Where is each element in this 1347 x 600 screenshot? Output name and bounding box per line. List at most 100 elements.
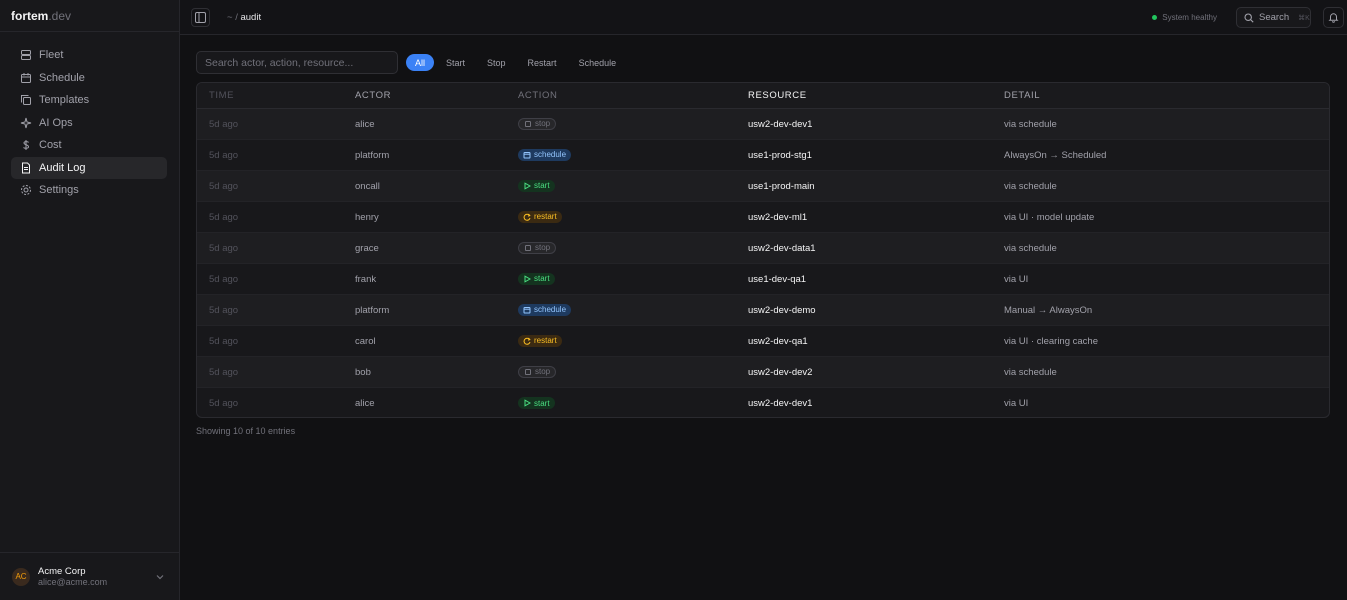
- play-icon: [524, 399, 531, 407]
- breadcrumb-separator: /: [235, 12, 238, 23]
- action-badge: stop: [518, 241, 557, 254]
- action-label: stop: [535, 243, 551, 252]
- table-row[interactable]: 5d ago platform schedule use1-prod-stg1 Alwa…: [197, 140, 1329, 171]
- sidebar-item-audit-log[interactable]: Audit Log: [11, 156, 167, 179]
- actor-cell: alice: [355, 118, 375, 130]
- filter-pill-stop[interactable]: Stop: [477, 54, 516, 71]
- action-badge: restart: [518, 210, 562, 223]
- sparkle-icon: [20, 117, 32, 128]
- table-body: 5d ago alice stop usw2-dev-dev1 via schedule…: [197, 109, 1329, 417]
- actor-cell: henry: [355, 211, 379, 223]
- status-text: System healthy: [1162, 13, 1217, 22]
- column-header-action: ACTION: [518, 90, 558, 101]
- search-shortcut: ⌘K: [1298, 14, 1310, 22]
- breadcrumb: ~ / audit: [227, 12, 261, 23]
- breadcrumb-current: audit: [240, 12, 262, 23]
- action-label: schedule: [534, 305, 567, 314]
- sidebar-item-ai-ops[interactable]: AI Ops: [11, 112, 167, 135]
- filter-pill-restart[interactable]: Restart: [518, 54, 567, 71]
- table-row[interactable]: 5d ago alice start usw2-dev-dev1 via UI: [197, 388, 1329, 417]
- time-cell: 5d ago: [209, 366, 239, 378]
- stop-icon: [525, 368, 531, 375]
- resource-cell[interactable]: usw2-dev-dev1: [748, 398, 812, 409]
- action-cell: stop: [518, 241, 557, 255]
- actor-cell: bob: [355, 366, 371, 378]
- action-label: start: [534, 398, 550, 408]
- table-row[interactable]: 5d ago carol restart usw2-dev-qa1 via UI · c…: [197, 326, 1329, 357]
- calendar-icon: [523, 151, 531, 158]
- resource-cell[interactable]: use1-dev-qa1: [748, 274, 806, 285]
- filter-pill-schedule[interactable]: Schedule: [569, 54, 627, 71]
- filter-pill-all[interactable]: All: [406, 54, 435, 71]
- action-label: restart: [534, 212, 557, 221]
- actor-cell: grace: [355, 242, 379, 254]
- action-cell: restart: [518, 210, 562, 224]
- action-label: schedule: [534, 150, 567, 159]
- search-button[interactable]: Search ⌘K: [1236, 7, 1311, 28]
- calendar-icon: [21, 72, 31, 83]
- filter-pill-start[interactable]: Start: [436, 54, 475, 71]
- actor-cell: platform: [355, 304, 390, 316]
- action-badge: stop: [518, 365, 557, 378]
- gear-icon: [21, 185, 31, 196]
- resource-cell[interactable]: usw2-dev-qa1: [748, 336, 808, 347]
- org-switcher[interactable]: AC Acme Corp alice@acme.com: [0, 552, 179, 600]
- sidebar: fortem .dev Fleet Schedule Templates AI Ops C…: [0, 0, 180, 600]
- action-badge: stop: [518, 117, 557, 130]
- detail-cell: via schedule: [1004, 242, 1057, 254]
- brand-logo[interactable]: fortem .dev: [0, 0, 179, 32]
- sidebar-item-label: Audit Log: [39, 161, 86, 174]
- sidebar-item-schedule[interactable]: Schedule: [11, 67, 167, 90]
- calendar-icon: [523, 306, 531, 313]
- time-cell: 5d ago: [209, 149, 239, 161]
- table-row[interactable]: 5d ago alice stop usw2-dev-dev1 via schedule: [197, 109, 1329, 140]
- notifications-button[interactable]: [1323, 7, 1344, 28]
- resource-cell[interactable]: usw2-dev-dev1: [748, 119, 812, 130]
- sidebar-item-fleet[interactable]: Fleet: [11, 44, 167, 67]
- detail-cell: AlwaysOn → Scheduled: [1004, 149, 1107, 161]
- org-name: Acme Corp: [38, 565, 86, 577]
- breadcrumb-root[interactable]: ~: [227, 12, 233, 23]
- detail-cell: Manual → AlwaysOn: [1004, 304, 1093, 316]
- resource-cell[interactable]: usw2-dev-dev2: [748, 367, 812, 378]
- sidebar-item-label: AI Ops: [39, 116, 73, 129]
- resource-cell[interactable]: use1-prod-main: [748, 181, 815, 192]
- resource-cell[interactable]: usw2-dev-data1: [748, 243, 816, 254]
- table-row[interactable]: 5d ago frank start use1-dev-qa1 via UI: [197, 264, 1329, 295]
- action-cell: stop: [518, 365, 557, 379]
- action-label: stop: [535, 119, 551, 128]
- resource-cell[interactable]: usw2-dev-demo: [748, 305, 816, 316]
- document-icon: [22, 162, 30, 174]
- bell-icon: [1328, 13, 1339, 23]
- action-badge: restart: [518, 334, 562, 347]
- table-row[interactable]: 5d ago bob stop usw2-dev-dev2 via schedule: [197, 357, 1329, 388]
- column-header-detail: DETAIL: [1004, 90, 1041, 101]
- action-label: start: [534, 274, 550, 283]
- detail-cell: via UI · model update: [1004, 211, 1095, 223]
- table-row[interactable]: 5d ago grace stop usw2-dev-data1 via schedul…: [197, 233, 1329, 264]
- table-row[interactable]: 5d ago platform schedule usw2-dev-demo Manua…: [197, 295, 1329, 326]
- user-email: alice@acme.com: [38, 576, 108, 587]
- search-input[interactable]: [196, 51, 398, 74]
- actor-cell: platform: [355, 149, 390, 161]
- table-row[interactable]: 5d ago oncall start use1-prod-main via sched…: [197, 171, 1329, 202]
- table-row[interactable]: 5d ago henry restart usw2-dev-ml1 via UI · m…: [197, 202, 1329, 233]
- resource-cell[interactable]: usw2-dev-ml1: [748, 212, 807, 223]
- sidebar-toggle-icon: [195, 12, 206, 23]
- resource-cell[interactable]: use1-prod-stg1: [748, 150, 812, 161]
- sidebar-item-templates[interactable]: Templates: [11, 89, 167, 112]
- refresh-icon: [523, 213, 531, 221]
- brand-suffix: .dev: [48, 8, 72, 23]
- sidebar-item-cost[interactable]: Cost: [11, 134, 167, 157]
- sidebar-item-settings[interactable]: Settings: [11, 179, 167, 202]
- time-cell: 5d ago: [209, 398, 239, 409]
- column-header-time: TIME: [209, 90, 235, 101]
- sidebar-toggle-button[interactable]: [191, 8, 210, 27]
- time-cell: 5d ago: [209, 304, 239, 316]
- search-icon: [1244, 12, 1254, 23]
- sidebar-item-label: Templates: [39, 94, 90, 107]
- actor-cell: alice: [355, 398, 375, 409]
- status-dot: [1152, 15, 1158, 20]
- sidebar-item-label: Fleet: [39, 49, 64, 62]
- play-icon: [524, 274, 531, 283]
